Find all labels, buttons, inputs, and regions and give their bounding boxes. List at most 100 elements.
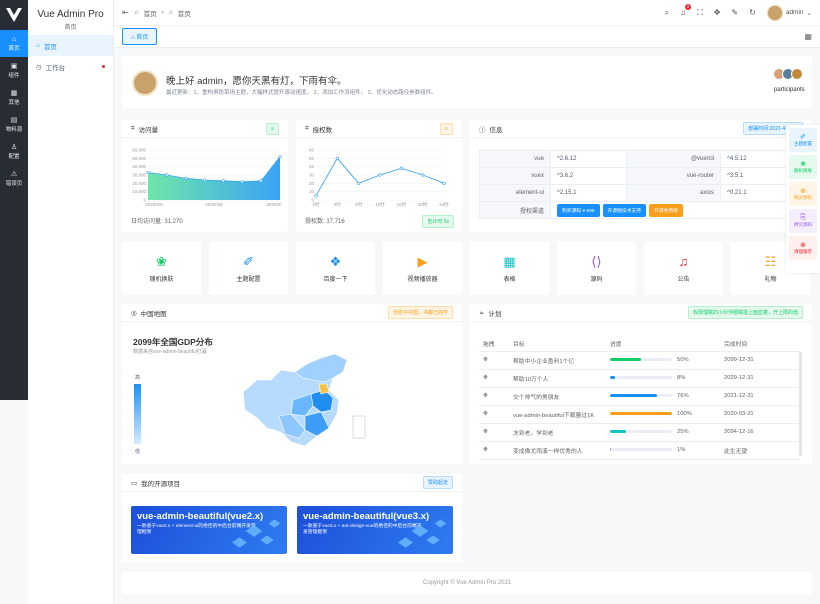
home-icon: ⌂ bbox=[11, 35, 17, 43]
data-point bbox=[357, 181, 361, 185]
topbar: ⇤ ⌂ 首页 › ⌂ 首页 ⌕ ♫ 3 ⛶ ✥ ✎ ↻ admin ⌄ bbox=[114, 0, 820, 26]
monitor-icon: ▭ bbox=[131, 479, 138, 487]
project-card-vue3[interactable]: vue-admin-beautiful(vue3.x) 一款基于vue3.x +… bbox=[297, 506, 453, 554]
drag-handle-icon[interactable]: ✥ bbox=[479, 405, 509, 424]
chart-icon: ⌗ bbox=[131, 124, 135, 132]
cube-decoration bbox=[232, 537, 247, 548]
cube-icon: ▣ bbox=[10, 62, 18, 70]
fullscreen-icon[interactable]: ⛶ bbox=[697, 8, 703, 18]
support-button[interactable]: 开源版技术支持 bbox=[602, 203, 647, 217]
data-point bbox=[202, 178, 207, 182]
new-dot bbox=[102, 65, 105, 68]
cube-decoration bbox=[260, 535, 274, 545]
visits-header: ⌗ 访问量 ≡ bbox=[122, 120, 288, 138]
y-tick-label: 40 bbox=[309, 164, 315, 169]
progress-bar bbox=[610, 393, 672, 397]
refresh-icon[interactable]: ↻ bbox=[749, 8, 756, 17]
notification-count: 3 bbox=[684, 4, 692, 10]
quick-brush[interactable]: ✐ 主题配置 bbox=[209, 242, 288, 295]
side-panel-item[interactable]: ⊕ 购买源码 bbox=[789, 182, 817, 206]
table-row: vue ^2.6.12 @vue/cli ^4.5.12 bbox=[479, 150, 797, 168]
x-tick-label: 16时 bbox=[397, 201, 407, 207]
y-tick-label: 20,000 bbox=[132, 181, 146, 186]
logo[interactable] bbox=[0, 0, 28, 30]
rail-item-other[interactable]: ▦ 其他 bbox=[0, 84, 28, 111]
tabs-more-icon[interactable]: ▦ bbox=[804, 32, 812, 41]
quick-video[interactable]: ▶ 视频播放器 bbox=[383, 242, 462, 295]
quick-label: 视频播放器 bbox=[407, 276, 438, 283]
cube-decoration bbox=[398, 537, 413, 548]
side-panel-icon: ⎘ bbox=[800, 214, 806, 221]
quick-table[interactable]: ▦ 表格 bbox=[470, 242, 549, 295]
brush-icon[interactable]: ✎ bbox=[731, 8, 738, 17]
visits-footer: 日均访问量: 31,270 bbox=[131, 219, 183, 225]
auth-countdown-tag: 告计时 5s bbox=[422, 215, 454, 228]
rail-item-error[interactable]: ⚠ 错误页 bbox=[0, 165, 28, 192]
avatar bbox=[766, 4, 783, 21]
side-panel-item[interactable]: ✐ 主题配置 bbox=[789, 128, 817, 152]
data-point bbox=[399, 166, 403, 170]
drag-handle-icon[interactable]: ✥ bbox=[479, 369, 509, 388]
project-card-vue2[interactable]: vue-admin-beautiful(vue2.x) 一款基于vue2.x +… bbox=[131, 506, 287, 554]
side-panel-icon: ✐ bbox=[800, 134, 806, 141]
participants-label: participants bbox=[774, 87, 805, 93]
palette-icon: ❀ bbox=[156, 253, 167, 269]
side-panel-item[interactable]: ❀ 随机换肤 bbox=[789, 155, 817, 179]
paw-icon: ❖ bbox=[329, 253, 342, 269]
progress-fill bbox=[610, 429, 626, 433]
submenu-item-workbench[interactable]: ◷ 工作台 bbox=[28, 56, 113, 77]
submenu-title: 首页 bbox=[64, 25, 77, 31]
theme-icon[interactable]: ✥ bbox=[714, 8, 721, 17]
drag-handle-icon[interactable]: ✥ bbox=[479, 387, 509, 406]
data-point bbox=[221, 179, 226, 183]
quick-palette[interactable]: ❀ 随机换肤 bbox=[122, 242, 201, 295]
submenu-item-home[interactable]: ⌂ 首页 bbox=[28, 35, 113, 56]
video-icon: ▶ bbox=[417, 253, 428, 269]
sponsor-tag[interactable]: 赞助起走 bbox=[422, 476, 453, 489]
rail-item-components[interactable]: ▣ 组件 bbox=[0, 57, 28, 84]
greeting-title: 晚上好 admin，愿你天黑有灯，下雨有伞。 bbox=[166, 76, 347, 87]
plan-scrollbar[interactable] bbox=[799, 352, 802, 456]
breadcrumb: ⌂ 首页 › ⌂ 首页 bbox=[134, 9, 191, 18]
x-tick-label: 24时 bbox=[439, 201, 449, 207]
progress-fill bbox=[610, 357, 641, 361]
user-menu[interactable]: admin ⌄ bbox=[766, 4, 812, 21]
quick-label: 公告 bbox=[677, 276, 690, 283]
dependency-table: vue ^2.6.12 @vue/cli ^4.5.12 vuex ^3.6.2 vue-… bbox=[479, 150, 798, 219]
drag-handle-icon[interactable]: ✥ bbox=[479, 351, 509, 370]
quick-label: 随机换肤 bbox=[149, 276, 174, 283]
drag-handle-icon[interactable]: ✥ bbox=[479, 423, 509, 442]
rail-item-home[interactable]: ⌂ 首页 bbox=[0, 30, 28, 57]
quick-code[interactable]: ⟨⟩ 源码 bbox=[557, 242, 636, 295]
main-area: ⇤ ⌂ 首页 › ⌂ 首页 ⌕ ♫ 3 ⛶ ✥ ✎ ↻ admin ⌄ ⌂ 首页 ▦ 晚… bbox=[114, 0, 820, 604]
y-tick-label: 10 bbox=[309, 189, 315, 194]
notification-button[interactable]: ♫ 3 bbox=[680, 4, 692, 17]
home-icon: ⌂ bbox=[168, 9, 173, 16]
data-point bbox=[421, 173, 425, 177]
side-panel-item[interactable]: ⎘ 拷贝源码 bbox=[789, 209, 817, 233]
rail-item-materials[interactable]: ▤ 物料源 bbox=[0, 111, 28, 138]
home-icon: ⌂ bbox=[134, 9, 139, 16]
home-icon: ⌂ bbox=[36, 42, 40, 49]
search-icon[interactable]: ⌕ bbox=[665, 8, 669, 18]
tab-home[interactable]: ⌂ 首页 bbox=[122, 28, 158, 45]
quick-paw[interactable]: ❖ 百度一下 bbox=[296, 242, 375, 295]
side-panel-item[interactable]: ⊗ 清理缓存 bbox=[789, 236, 817, 260]
tabs-bar: ⌂ 首页 ▦ bbox=[114, 26, 820, 48]
auth-card: ⌗ 授权数 ≡ 60 50 40 30 20 10 0 0时 4时 8时 12时 16时 20时 24时 授权… bbox=[296, 120, 462, 232]
buy-source-button[interactable]: 购买源码 ¥ 699 bbox=[556, 203, 600, 217]
collapse-icon[interactable]: ⇤ bbox=[122, 8, 129, 17]
x-tick-label: 12时 bbox=[375, 201, 385, 207]
x-tick-label: 2020/2/ bbox=[266, 202, 282, 207]
y-tick-label: 50,000 bbox=[132, 156, 146, 161]
drag-handle-icon[interactable]: ✥ bbox=[479, 441, 509, 460]
rail-item-config[interactable]: ♙ 配置 bbox=[0, 138, 28, 165]
quick-label: 源码 bbox=[590, 276, 603, 283]
progress-bar bbox=[610, 375, 672, 379]
progress-bar bbox=[610, 357, 672, 361]
quick-bell[interactable]: ♫ 公告 bbox=[644, 242, 723, 295]
auth-tag-icon: ≡ bbox=[440, 122, 453, 135]
progress-bar bbox=[610, 411, 672, 415]
y-tick-label: 60 bbox=[309, 148, 315, 153]
free-version-button[interactable]: 开源免费版 bbox=[649, 203, 684, 217]
